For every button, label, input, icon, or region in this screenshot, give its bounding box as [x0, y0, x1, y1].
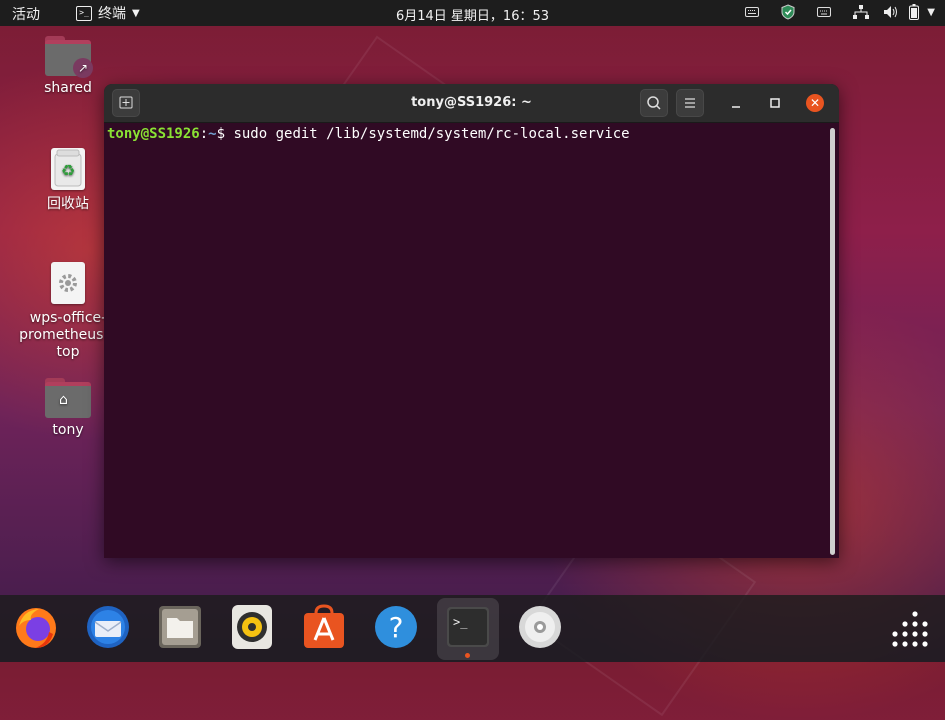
terminal-header-bar[interactable]: tony@SS1926: ~ ✕ [104, 84, 839, 123]
files-icon[interactable] [157, 604, 203, 650]
top-bar: 活动 >_ 终端 ▼ 6月14日 星期日，16：53 ▼ [0, 0, 945, 26]
thunderbird-icon[interactable] [85, 604, 131, 650]
input-method-icon[interactable] [817, 7, 832, 17]
keyboard-icon[interactable] [745, 7, 760, 17]
terminal-output[interactable]: tony@SS1926:~$ sudo gedit /lib/systemd/s… [107, 126, 630, 142]
prompt-path: ~ [208, 126, 217, 142]
trash-icon: ♻ [51, 148, 85, 190]
firefox-icon[interactable] [13, 604, 59, 650]
power-menu-caret-icon[interactable]: ▼ [927, 7, 935, 18]
desktop-icon-label-line: prometheus.d [19, 327, 117, 343]
prompt-dollar: $ [216, 126, 234, 142]
close-icon[interactable]: ✕ [806, 94, 824, 112]
prompt-user: tony@SS1926 [107, 126, 200, 142]
software-center-icon[interactable] [301, 604, 347, 650]
desktop-icon-label: tony [52, 422, 84, 438]
desktop-icon-label-line: wps-office- [29, 310, 107, 326]
running-indicator [465, 653, 470, 658]
dock: ? >_ [0, 595, 945, 662]
system-tray[interactable]: ▼ [745, 4, 935, 20]
scrollbar[interactable] [830, 128, 835, 555]
desktop-icon-shared[interactable]: ↗ shared [18, 36, 118, 97]
desktop-icon-label-line: top [56, 344, 80, 360]
network-icon[interactable] [853, 5, 870, 19]
svg-text:>_: >_ [453, 615, 468, 629]
desktop-icon-label: shared [44, 80, 92, 96]
desktop-icon-label: 回收站 [47, 196, 89, 212]
battery-icon[interactable] [909, 4, 920, 20]
link-arrow-icon: ↗ [73, 58, 93, 78]
prompt-separator: : [199, 126, 209, 142]
hamburger-menu-icon[interactable] [676, 89, 704, 117]
shared-folder-icon: ↗ [45, 36, 93, 78]
rhythmbox-icon[interactable] [229, 604, 275, 650]
show-apps-icon[interactable] [889, 608, 935, 654]
home-folder-icon: ⌂ [45, 378, 91, 418]
help-icon[interactable]: ? [373, 604, 419, 650]
terminal-icon[interactable]: >_ [445, 604, 491, 650]
terminal-window[interactable]: tony@SS1926: ~ ✕ tony@SS1926:~$ sudo ged… [104, 84, 839, 558]
search-icon[interactable] [640, 89, 668, 117]
volume-icon[interactable] [883, 5, 899, 19]
shield-icon[interactable] [781, 4, 795, 20]
disc-icon[interactable] [517, 604, 563, 650]
home-icon: ⌂ [59, 392, 68, 408]
maximize-icon[interactable] [765, 93, 785, 113]
desktop-icon-trash[interactable]: ♻ 回收站 [18, 148, 118, 213]
settings-file-icon [51, 262, 85, 304]
minimize-icon[interactable] [726, 93, 746, 113]
command-text: sudo gedit /lib/systemd/system/rc-local.… [233, 126, 630, 142]
svg-text:?: ? [389, 611, 404, 644]
svg-text:♻: ♻ [61, 161, 75, 180]
desktop-icon-wps-office[interactable]: wps-office- prometheus.d top [18, 262, 118, 361]
desktop-icon-tony[interactable]: ⌂ tony [18, 378, 118, 439]
